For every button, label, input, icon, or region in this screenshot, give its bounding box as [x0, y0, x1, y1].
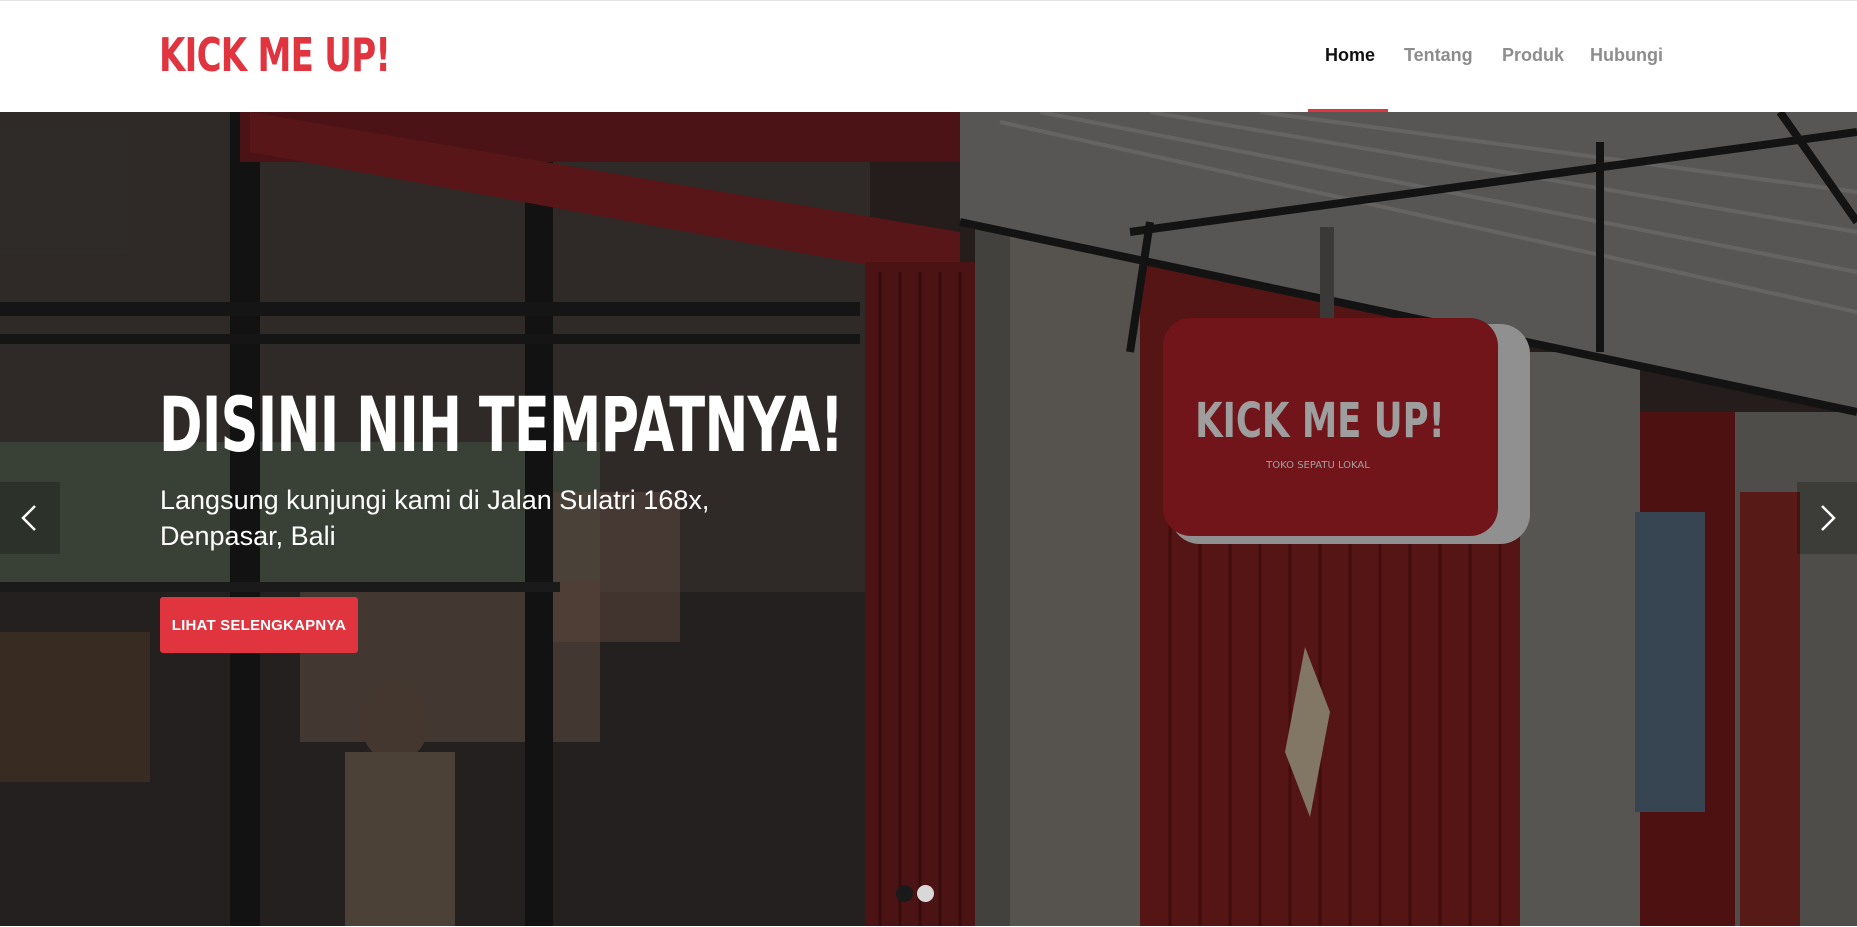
hero-carousel: KICK ME UP! TOKO SEPATU LOKAL DISINI NIH… — [0, 112, 1857, 926]
hero-description: Langsung kunjungi kami di Jalan Sulatri … — [160, 485, 710, 551]
carousel-dot-2[interactable] — [917, 885, 934, 902]
nav-item-tentang[interactable]: Tentang — [1404, 45, 1473, 66]
chevron-right-icon — [1821, 505, 1836, 531]
chevron-left-icon — [21, 505, 36, 531]
carousel-next-button[interactable] — [1797, 482, 1857, 554]
site-header: KICK ME UP! Home Tentang Produk Hubungi — [0, 0, 1857, 112]
nav-item-home[interactable]: Home — [1325, 45, 1375, 66]
see-more-button[interactable]: LIHAT SELENGKAPNYA — [160, 597, 358, 653]
carousel-prev-button[interactable] — [0, 482, 60, 554]
hero-title: DISINI NIH TEMPATNYA! — [159, 380, 844, 469]
nav-item-produk[interactable]: Produk — [1502, 45, 1564, 66]
carousel-indicators — [896, 885, 934, 902]
carousel-dot-1[interactable] — [896, 885, 913, 902]
main-nav: Home Tentang Produk Hubungi — [0, 1, 1857, 113]
nav-item-hubungi[interactable]: Hubungi — [1590, 45, 1663, 66]
